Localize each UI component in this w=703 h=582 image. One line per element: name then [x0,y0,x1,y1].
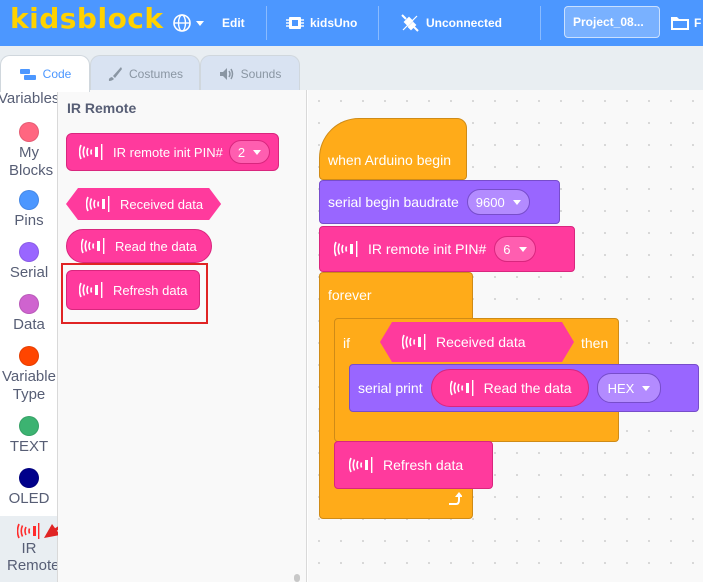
pin-dropdown[interactable]: 2 [228,140,271,164]
palette-scrollbar[interactable] [294,574,300,582]
ir-remote-icon [86,195,110,213]
ir-remote-icon [17,523,40,539]
palette-read-data-block[interactable]: Read the data [66,229,212,263]
connection-menu[interactable]: Unconnected [400,0,502,46]
edit-menu[interactable]: Edit [222,0,245,46]
menu-divider [540,6,541,40]
project-title-field[interactable]: Project_08... [564,6,660,38]
ir-remote-icon [334,240,358,258]
oled-dot-icon [19,468,39,488]
format-dropdown[interactable]: HEX [596,373,662,403]
script-workspace[interactable]: when Arduino begin serial begin baudrate… [308,90,703,582]
pins-dot-icon [19,190,39,210]
loop-arrow-icon [449,492,462,505]
ir-init-block[interactable]: IR remote init PIN# 6 [319,226,575,272]
category-serial[interactable]: Serial [0,242,57,281]
code-icon [19,69,36,80]
palette-section-title: IR Remote [67,100,137,116]
read-data-reporter[interactable]: Read the data [430,369,589,407]
serial-dot-icon [19,242,39,262]
tab-costumes[interactable]: Costumes [90,55,200,91]
kidsblock-logo[interactable]: kidsblock [10,2,164,35]
brush-icon [108,66,122,81]
language-menu[interactable] [172,0,204,46]
variable-type-dot-icon [19,346,39,366]
refresh-data-block[interactable]: Refresh data [334,441,493,489]
chevron-down-icon [196,20,204,26]
baudrate-dropdown[interactable]: 9600 [466,189,530,215]
category-pins[interactable]: Pins [0,190,57,229]
pin-dropdown[interactable]: 6 [494,236,536,262]
editor-tabs: Code Costumes Sounds [0,46,703,92]
menu-bar: kidsblock Edit kidsUno Unconnected Proje… [0,0,703,46]
ir-remote-icon [81,237,105,255]
menu-divider [266,6,267,40]
serial-print-block[interactable]: serial print Read the data HEX [349,364,699,412]
my-blocks-dot-icon [19,122,39,142]
serial-begin-block[interactable]: serial begin baudrate 9600 [319,180,560,224]
device-menu[interactable]: kidsUno [286,0,357,46]
block-palette: IR Remote IR remote init PIN# 2 Received… [58,90,307,582]
ir-remote-icon [79,143,103,161]
tab-sounds[interactable]: Sounds [200,55,300,91]
globe-icon [173,14,191,32]
folder-icon [671,17,689,30]
file-menu[interactable]: F [670,0,701,46]
tab-code[interactable]: Code [0,55,90,92]
category-data[interactable]: Data [0,294,57,333]
speaker-icon [219,67,233,80]
palette-ir-init-block[interactable]: IR remote init PIN# 2 [66,133,280,171]
category-variable-type[interactable]: Variable Type [0,346,57,404]
text-dot-icon [19,416,39,436]
ir-remote-icon [349,456,373,474]
ir-remote-icon [402,333,426,351]
category-text[interactable]: TEXT [0,416,57,455]
palette-received-data-block[interactable]: Received data [66,188,221,220]
received-data-condition[interactable]: Received data [380,322,574,362]
category-variables[interactable]: Variables [0,90,57,107]
chip-icon [286,17,304,29]
chevron-down-icon [253,149,262,155]
unplugged-icon [401,14,419,32]
chevron-down-icon [518,246,527,252]
highlight-box [61,263,208,324]
chevron-down-icon [642,385,651,391]
chevron-down-icon [512,199,521,205]
when-arduino-begin-block[interactable]: when Arduino begin [319,118,467,180]
ir-remote-icon [449,379,474,397]
category-my-blocks[interactable]: My Blocks [0,122,57,180]
menu-divider [378,6,379,40]
data-dot-icon [19,294,39,314]
